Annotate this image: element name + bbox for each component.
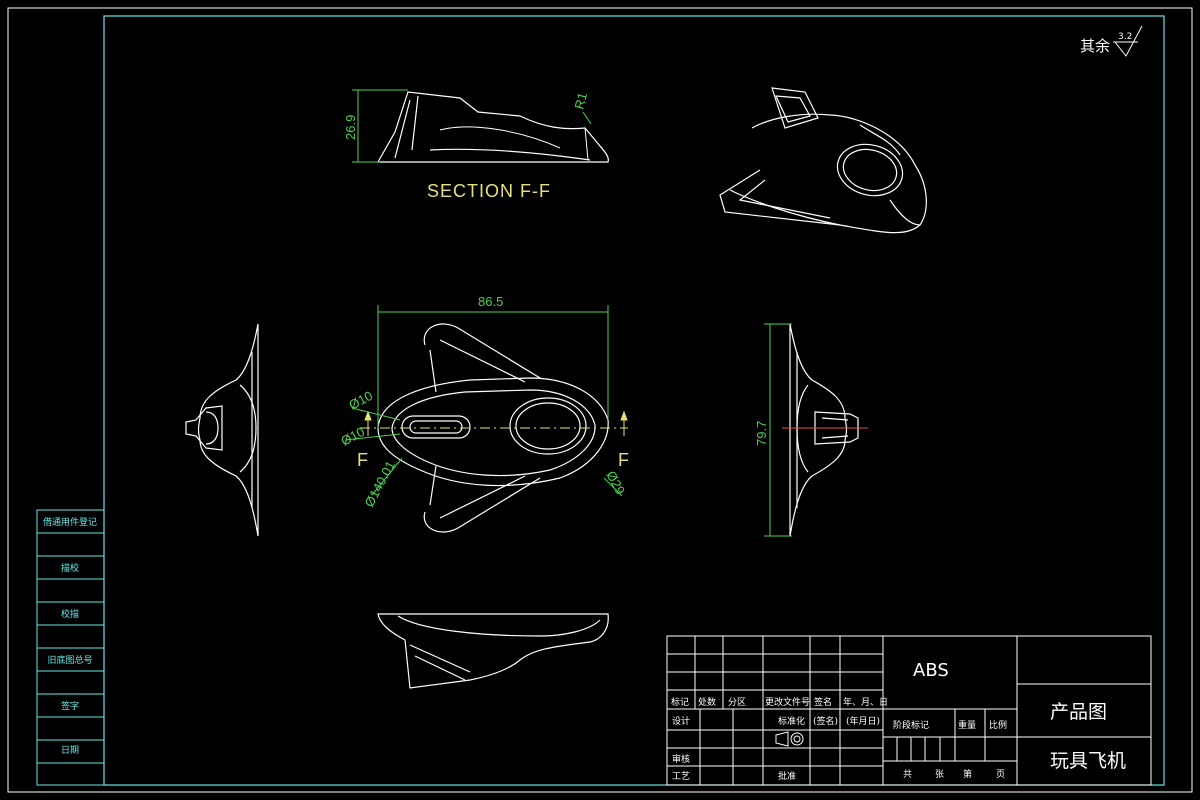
- roughness-value: 3.2: [1118, 32, 1132, 42]
- row-approve: 批准: [778, 770, 796, 782]
- cad-drawing-sheet: 借通用件登记 描校 校描 旧底图总号 签字 日期 其余 3.2 26.9 R1 …: [7, 7, 1193, 793]
- row-review: 审核: [672, 753, 690, 765]
- stage-weight: 重量: [958, 719, 976, 731]
- side-strip: [36, 509, 105, 786]
- side-label-trace: 描校: [61, 562, 79, 574]
- section-height-label: 26.9: [343, 115, 358, 140]
- dia-d-label: Ø29: [603, 468, 628, 497]
- outer-border: [7, 7, 1193, 793]
- stage-scale: 比例: [989, 719, 1007, 731]
- drawing-frame: [103, 15, 1165, 786]
- side-label-sign: 签字: [61, 700, 79, 712]
- hdr-zone: 分区: [728, 697, 746, 708]
- left-side-view: [185, 323, 259, 537]
- roughness-label: 其余: [1080, 37, 1110, 55]
- row-process: 工艺: [672, 771, 690, 782]
- side-height-label: 79.7: [754, 421, 769, 446]
- sheet-total-unit: 张: [935, 769, 944, 780]
- sheet-index-unit: 页: [996, 769, 1005, 780]
- row-date: (年月日): [846, 715, 880, 727]
- side-label-used-parts: 借通用件登记: [43, 516, 97, 528]
- hdr-date: 年、月、日: [843, 696, 888, 708]
- row-design: 设计: [672, 715, 690, 727]
- row-sign: (签名): [813, 715, 838, 727]
- hdr-sign: 签名: [814, 696, 832, 708]
- stage-mark: 阶段标记: [893, 719, 929, 731]
- side-label-check: 校描: [61, 608, 79, 620]
- part-name: 玩具飞机: [1050, 750, 1126, 772]
- width-dim-label: 86.5: [478, 294, 503, 309]
- section-radius-label: R1: [571, 91, 590, 111]
- isometric-view: [719, 87, 927, 234]
- cut-label-right: F: [618, 450, 629, 470]
- right-side-view: [789, 323, 859, 537]
- cut-label-left: F: [357, 450, 368, 470]
- material-value: ABS: [913, 660, 949, 681]
- dia-a-label: Ø10: [346, 388, 375, 413]
- side-label-date: 日期: [61, 745, 79, 756]
- section-title: SECTION F-F: [427, 181, 551, 201]
- hdr-count: 处数: [698, 696, 716, 708]
- side-label-old-number: 旧底图总号: [47, 654, 92, 666]
- row-standard: 标准化: [778, 715, 805, 727]
- projection-symbol-icon: [775, 731, 804, 747]
- section-cut-markers: [364, 410, 628, 436]
- section-height-dim: [352, 89, 592, 163]
- hdr-change-doc: 更改文件号: [765, 696, 810, 708]
- top-view: [377, 323, 609, 533]
- bottom-view: [377, 613, 609, 689]
- hdr-mark: 标记: [671, 696, 689, 708]
- drawing-type: 产品图: [1050, 701, 1107, 723]
- sheet-total: 共: [903, 769, 912, 780]
- sheet-index: 第: [963, 768, 972, 780]
